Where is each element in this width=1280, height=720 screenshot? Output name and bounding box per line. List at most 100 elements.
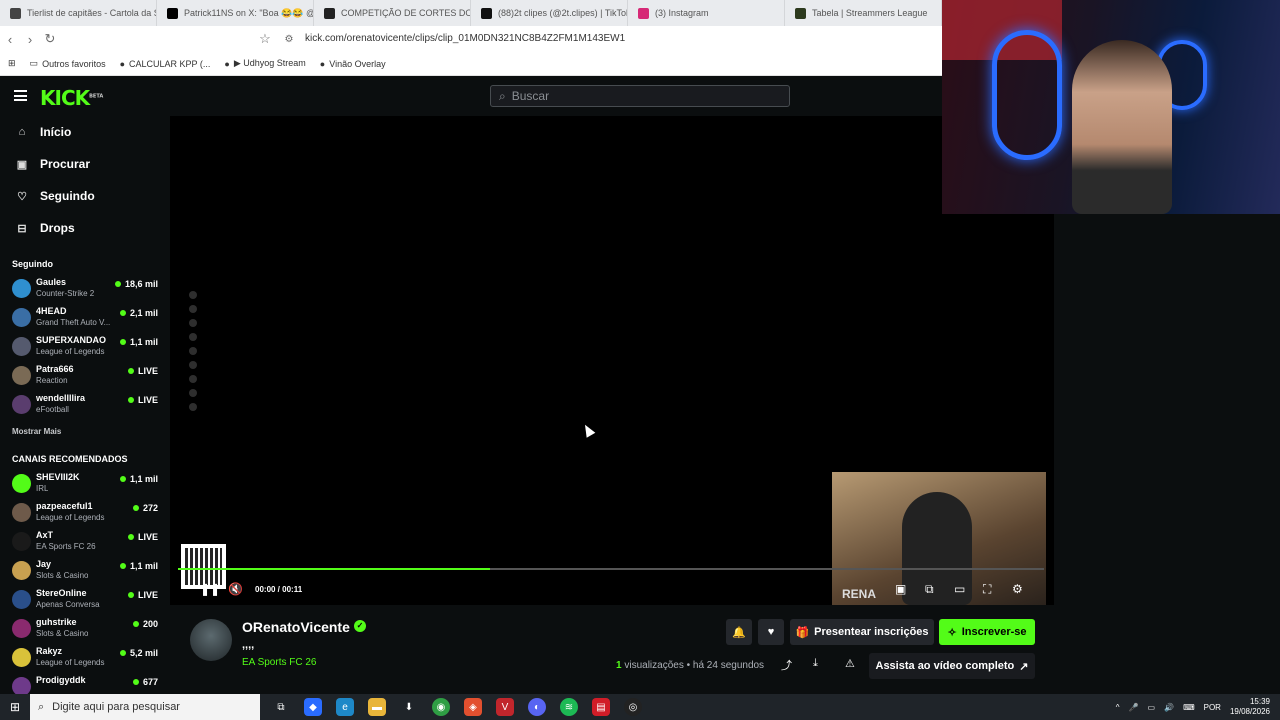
clip-icon[interactable]: ⧉ [925, 582, 934, 597]
url-field[interactable]: kick.com/orenatovicente/clips/clip_01M0D… [305, 33, 625, 44]
sidebar-nav-início[interactable]: ⌂ Início [0, 116, 170, 148]
bookmark-item[interactable]: ● Vinão Overlay [320, 59, 386, 69]
language-indicator[interactable]: POR [1204, 703, 1221, 712]
channel-name[interactable]: ORenatoVicente [242, 619, 350, 635]
watch-full-video-button[interactable]: Assista ao vídeo completo ↗ [869, 653, 1035, 679]
avatar[interactable] [190, 619, 232, 661]
sidebar-channel[interactable]: Gaules Counter-Strike 2 18,6 mil [0, 274, 170, 303]
voice-meeter-icon[interactable]: ▤ [592, 698, 610, 716]
theater-icon[interactable]: ▭ [954, 582, 965, 596]
sidebar-channel[interactable]: SUPERXANDAO League of Legends 1,1 mil [0, 332, 170, 361]
sidebar-nav-drops[interactable]: ⊟ Drops [0, 212, 170, 244]
viewer-count: LIVE [127, 366, 158, 376]
sidebar-channel[interactable]: wendellllira eFootball LIVE [0, 390, 170, 419]
full-video-label: Assista ao vídeo completo [875, 660, 1015, 672]
star-icon: ✧ [947, 626, 957, 639]
chrome-icon[interactable]: ◉ [432, 698, 450, 716]
browser-tab[interactable]: COMPETIÇÃO DE CORTES DO PATR [314, 0, 471, 26]
channel-category: EA Sports FC 26 [36, 542, 96, 551]
browser-tab[interactable]: (3) Instagram [628, 0, 785, 26]
follow-button[interactable]: ♥ [758, 619, 784, 645]
microphone-icon[interactable]: 🎤 [1129, 703, 1139, 712]
brave-icon[interactable]: ◈ [464, 698, 482, 716]
browser-tab[interactable]: Patrick11NS on X: "Boa 😂😂 @EA [157, 0, 314, 26]
progress-bar[interactable] [178, 568, 1044, 570]
reload-icon[interactable]: ↻ [40, 31, 60, 47]
pause-icon[interactable]: ❚❚ [200, 582, 220, 596]
download-icon[interactable]: ⤓ [813, 657, 818, 670]
share-icon[interactable]: ⤴ [781, 657, 792, 673]
heart-icon: ♡ [17, 190, 27, 203]
gift-icon: 🎁 [795, 626, 810, 639]
back-icon[interactable]: ‹ [0, 32, 20, 47]
sidebar-channel[interactable]: Rakyz League of Legends 5,2 mil [0, 643, 170, 672]
volume-icon[interactable]: 🔇 [228, 582, 243, 596]
category-link[interactable]: EA Sports FC 26 [242, 657, 316, 668]
keyboard-icon[interactable]: ⌨ [1183, 703, 1195, 712]
bookmark-label: CALCULAR KPP (... [129, 58, 211, 69]
subscribe-button[interactable]: ✧ Inscrever-se [939, 619, 1035, 645]
sidebar-channel[interactable]: Jay Slots & Casino 1,1 mil [0, 556, 170, 585]
sidebar-channel[interactable]: SHEVIII2K IRL 1,1 mil [0, 469, 170, 498]
sidebar-channel[interactable]: pazpeaceful1 League of Legends 272 [0, 498, 170, 527]
sidebar-nav-procurar[interactable]: ▣ Procurar [0, 148, 170, 180]
volume-tray-icon[interactable]: 🔊 [1164, 703, 1174, 712]
sidebar-channel[interactable]: StereOnline Apenas Conversa LIVE [0, 585, 170, 614]
report-icon[interactable]: ⚠ [845, 657, 855, 670]
tab-favicon-icon [10, 7, 21, 19]
sidebar-nav-seguindo[interactable]: ♡ Seguindo [0, 180, 170, 212]
settings-icon[interactable]: ⚙ [1012, 582, 1023, 596]
spotify-icon[interactable]: ≋ [560, 698, 578, 716]
fullscreen-icon[interactable]: ⛶ [983, 582, 991, 597]
search-input[interactable]: ⌕ Buscar [490, 85, 790, 107]
gift-subs-button[interactable]: 🎁 Presentear inscrições [790, 619, 934, 645]
pip-icon[interactable]: ▣ [895, 582, 906, 596]
hamburger-menu-icon[interactable] [14, 90, 27, 101]
channel-name: wendellllira [36, 393, 86, 403]
live-dot-icon [119, 563, 126, 569]
channel-name: SUPERXANDAO [36, 335, 107, 345]
sidebar-channel[interactable]: Prodigyddk 677 [0, 672, 170, 694]
browser-tab[interactable]: Tierlist de capitães - Cartola da Supe [0, 0, 157, 26]
discord-icon[interactable]: ◐ [528, 698, 546, 716]
clip-title: ,,,, [242, 639, 255, 651]
kick-logo[interactable]: KICKBETA [40, 86, 103, 110]
taskbar-apps: ⧉ ◆ e ▬ ⬇ ◉ ◈ V ◐ ≋ ▤ ◎ [272, 698, 642, 716]
show-more-link[interactable]: Mostrar Mais [0, 423, 170, 443]
viewer-count: 2,1 mil [119, 308, 158, 318]
tray-expand-icon[interactable]: ^ [1116, 703, 1120, 712]
live-dot-icon [119, 476, 126, 482]
channel-name: guhstrike [36, 617, 77, 627]
file-explorer-icon[interactable]: ▬ [368, 698, 386, 716]
vegas-icon[interactable]: V [496, 698, 514, 716]
bookmark-item[interactable]: ● CALCULAR KPP (... [120, 59, 211, 69]
video-player[interactable]: RENA ❚❚ 🔇 00:00 / 00:11 ▣ ⧉ ▭ ⛶ ⚙ [170, 116, 1054, 605]
taskbar-search[interactable]: ⌕ Digite aqui para pesquisar [30, 694, 260, 720]
channel-name: AxT [36, 530, 54, 540]
sidebar-channel[interactable]: Patra666 Reaction LIVE [0, 361, 170, 390]
pin-app-icon[interactable]: ⬇ [400, 698, 418, 716]
task-view-icon[interactable]: ⧉ [272, 698, 290, 716]
clip-info-bar: ORenatoVicente ✓ ,,,, EA Sports FC 26 🔔 … [170, 605, 1054, 694]
search-icon: ⌕ [38, 700, 45, 713]
browser-tab[interactable]: Tabela | Streammers League [785, 0, 942, 26]
browser-tab[interactable]: (88)2t clipes (@2t.clipes) | TikTok [471, 0, 628, 26]
clock[interactable]: 15:39 19/08/2026 [1230, 697, 1270, 717]
sidebar-channel[interactable]: guhstrike Slots & Casino 200 [0, 614, 170, 643]
notifications-button[interactable]: 🔔 [726, 619, 752, 645]
bookmark-folder[interactable]: ▭ Outros favoritos [30, 58, 106, 69]
bookmark-item[interactable]: ● ▶ Udhyog Stream [224, 58, 305, 69]
tab-title: COMPETIÇÃO DE CORTES DO PATR [341, 8, 470, 18]
forward-icon[interactable]: › [20, 32, 40, 47]
apps-icon[interactable]: ⊞ [8, 58, 16, 69]
obs-icon[interactable]: ◎ [624, 698, 642, 716]
edge-icon[interactable]: e [336, 698, 354, 716]
copilot-icon[interactable]: ◆ [304, 698, 322, 716]
sidebar-channel[interactable]: AxT EA Sports FC 26 LIVE [0, 527, 170, 556]
network-icon[interactable]: ▭ [1148, 703, 1156, 712]
windows-start-icon[interactable]: ⊞ [0, 700, 30, 714]
site-info-icon[interactable]: ⚙ [279, 34, 299, 45]
channel-name: Gaules [36, 277, 67, 287]
bookmark-icon[interactable]: ☆ [255, 31, 275, 47]
sidebar-channel[interactable]: 4HEAD Grand Theft Auto V... 2,1 mil [0, 303, 170, 332]
